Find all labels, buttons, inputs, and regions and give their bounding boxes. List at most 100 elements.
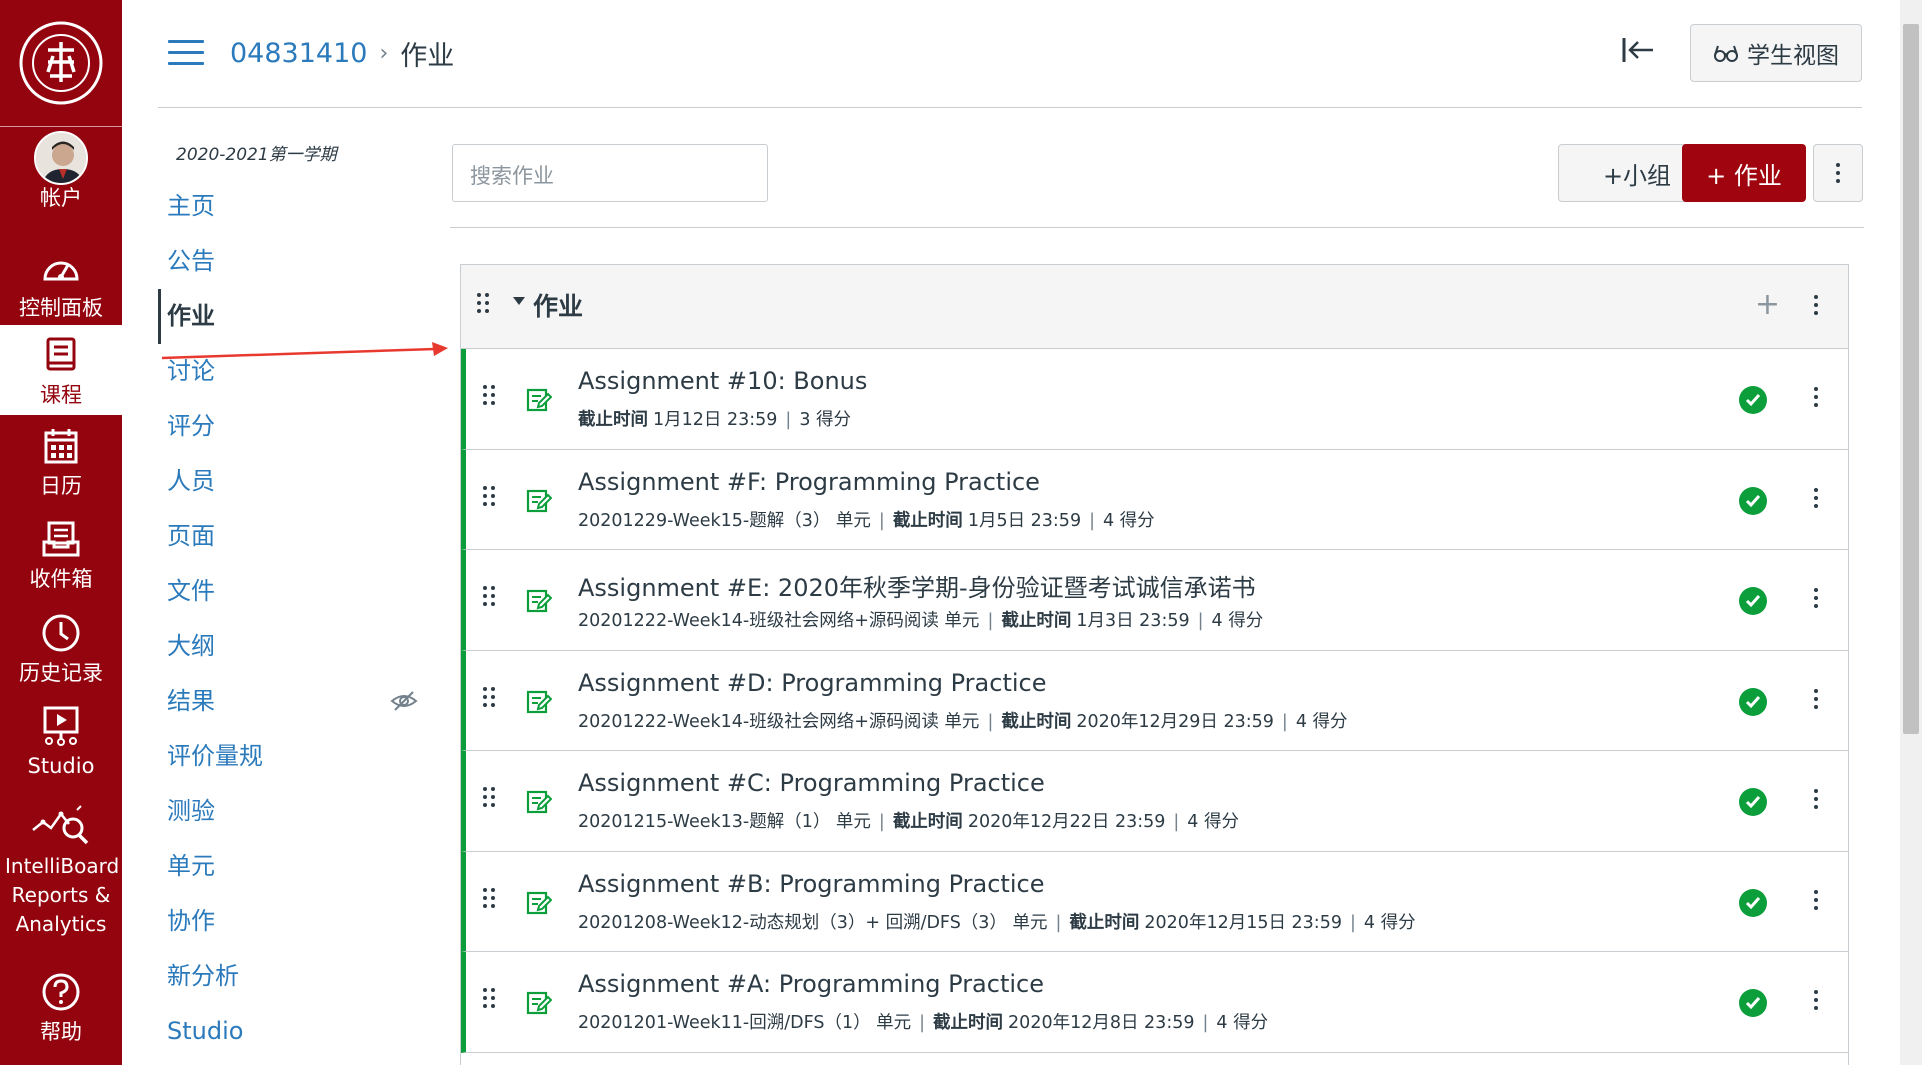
assignment-row[interactable]: Assignment #A: Programming Practice 2020… — [461, 952, 1848, 1053]
add-assignment-button[interactable]: + 作业 — [1682, 144, 1806, 202]
assignment-row[interactable]: Assignment #F: Programming Practice 2020… — [461, 449, 1848, 550]
assignment-group-header[interactable]: 作业 + — [461, 265, 1848, 349]
drag-handle-icon[interactable] — [483, 988, 495, 1008]
assignment-settings-button[interactable] — [1814, 889, 1818, 910]
points: 4 得分 — [1211, 611, 1264, 631]
check-icon — [1745, 595, 1761, 608]
course-nav-rubrics[interactable]: 评价量规 — [158, 729, 398, 784]
drag-handle-icon[interactable] — [483, 385, 495, 405]
drag-handle-icon[interactable] — [483, 586, 495, 606]
drag-handle-icon[interactable] — [483, 887, 495, 908]
assignment-details: 20201222-Week14-班级社会网络+源码阅读 单元 | 截止时间 2020年… — [578, 708, 1348, 733]
breadcrumb-course-link[interactable]: 04831410 — [230, 38, 367, 69]
published-status-button[interactable] — [1739, 587, 1767, 615]
due-date: 2020年12月29日 23:59 — [1076, 711, 1274, 732]
course-nav-quizzes[interactable]: 测验 — [158, 784, 398, 839]
caret-down-icon[interactable] — [513, 297, 525, 305]
dashboard-icon — [41, 246, 81, 290]
global-nav-label: 历史记录 — [19, 661, 103, 685]
global-nav-account[interactable]: 帐户 — [0, 131, 122, 212]
published-status-button[interactable] — [1739, 888, 1767, 917]
course-nav-announcements[interactable]: 公告 — [158, 234, 398, 289]
drag-handle-icon[interactable] — [483, 787, 495, 807]
kebab-icon — [1814, 588, 1818, 608]
drag-handle-icon[interactable] — [483, 485, 495, 506]
assignment-settings-button[interactable] — [1814, 789, 1818, 809]
page-scrollbar[interactable] — [1900, 0, 1922, 1065]
assignment-title-link[interactable]: Assignment #C: Programming Practice — [578, 769, 1045, 797]
scrollbar-thumb[interactable] — [1903, 24, 1919, 734]
assignment-settings-button[interactable] — [1814, 688, 1818, 709]
group-settings-button[interactable] — [1814, 295, 1818, 315]
published-status-button[interactable] — [1739, 486, 1767, 515]
assignment-settings-button[interactable] — [1814, 487, 1818, 508]
global-nav-calendar[interactable]: 日历 — [0, 424, 122, 500]
assignment-group: 作业 + Assignment #10: Bonus 截止时间 1月12日 23:… — [460, 264, 1849, 1065]
published-status-button[interactable] — [1739, 687, 1767, 716]
kebab-icon — [1814, 688, 1818, 709]
assignment-module: 20201215-Week13-题解（1） 单元 — [578, 812, 871, 832]
assignment-module: 20201201-Week11-回溯/DFS（1） 单元 — [578, 1013, 912, 1033]
assignment-title-link[interactable]: Assignment #10: Bonus — [578, 367, 867, 395]
course-nav-new-analytics[interactable]: 新分析 — [158, 949, 398, 1004]
settings-menu-button[interactable] — [1813, 144, 1863, 202]
nav-divider — [0, 126, 122, 127]
course-nav-grades[interactable]: 评分 — [158, 399, 398, 454]
university-logo[interactable] — [0, 0, 122, 126]
published-status-button[interactable] — [1739, 386, 1767, 414]
global-nav-history[interactable]: 历史记录 — [0, 611, 122, 687]
course-nav-studio[interactable]: Studio — [158, 1004, 398, 1059]
global-nav-inbox[interactable]: 收件箱 — [0, 517, 122, 593]
course-nav-pages[interactable]: 页面 — [158, 509, 398, 564]
assignment-row[interactable]: Assignment #10: Bonus 截止时间 1月12日 23:59 | 3 … — [461, 349, 1848, 450]
assignment-title-link[interactable]: Assignment #D: Programming Practice — [578, 669, 1046, 697]
assignment-icon — [526, 388, 552, 412]
assignment-title-link[interactable]: Assignment #B: Programming Practice — [578, 870, 1044, 898]
course-nav-files[interactable]: 文件 — [158, 564, 398, 619]
global-nav-intelliboard[interactable]: IntelliBoard Reports & Analytics — [0, 804, 122, 939]
global-nav-courses[interactable]: 课程 — [0, 325, 122, 415]
assignment-settings-button[interactable] — [1814, 588, 1818, 608]
assignment-settings-button[interactable] — [1814, 990, 1818, 1010]
separator: | — [987, 711, 994, 732]
eye-slash-icon — [390, 691, 418, 711]
separator: | — [1197, 611, 1204, 631]
course-nav-collaborations[interactable]: 协作 — [158, 894, 398, 949]
assignment-title-link[interactable]: Assignment #A: Programming Practice — [578, 970, 1044, 998]
published-status-button[interactable] — [1739, 989, 1767, 1017]
kebab-icon — [1814, 487, 1818, 508]
assignment-icon — [526, 589, 552, 613]
global-nav-help[interactable]: 帮助 — [0, 970, 122, 1046]
assignment-icon — [526, 790, 552, 814]
course-nav-outcomes[interactable]: 结果 — [158, 674, 418, 729]
student-view-button[interactable]: 学生视图 — [1690, 24, 1862, 82]
assignment-row[interactable]: Assignment #E: 2020年秋季学期-身份验证暨考试诚信承诺书 20… — [461, 550, 1848, 651]
course-nav-label: 结果 — [167, 687, 215, 715]
separator: | — [919, 1013, 926, 1033]
search-assignments-input[interactable]: 搜索作业 — [452, 144, 768, 202]
assignment-row[interactable]: Assignment #C: Programming Practice 2020… — [461, 751, 1848, 852]
assignment-row[interactable]: Assignment #B: Programming Practice 2020… — [461, 851, 1848, 952]
due-date-label: 截止时间 — [892, 812, 963, 832]
points: 4 得分 — [1295, 711, 1348, 732]
assignment-title-link[interactable]: Assignment #E: 2020年秋季学期-身份验证暨考试诚信承诺书 — [578, 568, 1256, 603]
course-menu-toggle[interactable] — [168, 40, 204, 68]
drag-handle-icon[interactable] — [477, 293, 489, 313]
course-nav-people[interactable]: 人员 — [158, 454, 398, 509]
course-nav-modules[interactable]: 单元 — [158, 839, 398, 894]
separator: | — [1173, 812, 1180, 832]
global-nav-studio[interactable]: Studio — [0, 704, 122, 780]
collapse-sidebar-button[interactable] — [1620, 34, 1662, 70]
course-nav-assignments[interactable]: 作业 — [158, 289, 398, 344]
due-date-label: 截止时间 — [892, 510, 963, 531]
global-nav-dashboard[interactable]: 控制面板 — [0, 246, 122, 322]
assignment-row[interactable]: Assignment #D: Programming Practice 2020… — [461, 650, 1848, 751]
course-nav-home[interactable]: 主页 — [158, 179, 398, 234]
assignment-title-link[interactable]: Assignment #F: Programming Practice — [578, 468, 1040, 496]
add-to-group-button[interactable]: + — [1755, 287, 1780, 322]
course-nav-syllabus[interactable]: 大纲 — [158, 619, 398, 674]
breadcrumb: 04831410 › 作业 — [230, 34, 454, 73]
drag-handle-icon[interactable] — [483, 686, 495, 707]
published-status-button[interactable] — [1739, 788, 1767, 816]
assignment-settings-button[interactable] — [1814, 387, 1818, 407]
